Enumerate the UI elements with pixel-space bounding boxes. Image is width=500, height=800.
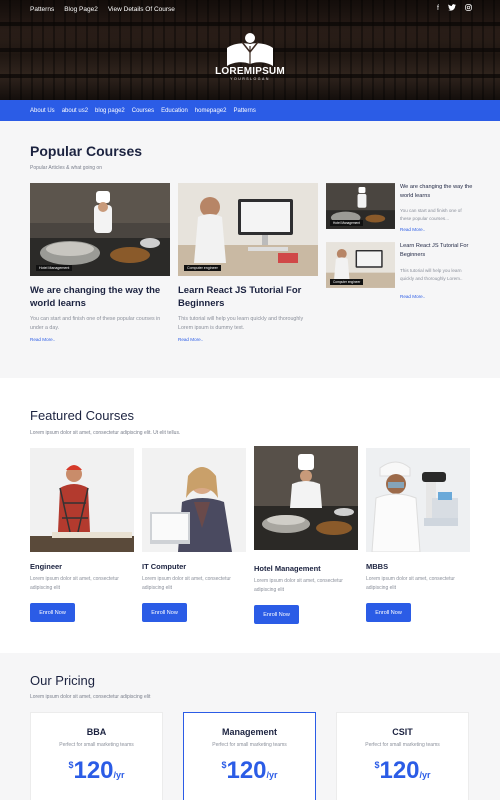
enroll-now-button[interactable]: Enroll Now xyxy=(254,605,299,624)
plan-subtitle: Perfect for small marketing teams xyxy=(365,742,440,748)
popular-card-text: You can start and finish one of these po… xyxy=(30,316,161,331)
site-logo[interactable]: LOREMIPSUM YOURSLOGAN xyxy=(190,32,310,81)
plan-price: $120/yr xyxy=(31,757,162,785)
course-name[interactable]: Engineer xyxy=(30,562,62,571)
top-link-blog-page2[interactable]: Blog Page2 xyxy=(64,6,98,13)
course-image-it-computer[interactable] xyxy=(142,448,246,552)
plan-period: /yr xyxy=(419,770,431,780)
side-card-badge: Computer engineer xyxy=(330,279,364,285)
nav-patterns[interactable]: Patterns xyxy=(233,108,255,114)
side-card-text: This tutorial will help you learn quickl… xyxy=(400,268,463,281)
popular-card-text: This tutorial will help you learn quickl… xyxy=(178,316,304,331)
plan-amount: 120 xyxy=(379,757,420,784)
popular-card-title[interactable]: Learn React JS Tutorial For Beginners xyxy=(178,284,318,310)
plan-period: /yr xyxy=(266,770,278,780)
pricing-section: Our Pricing Lorem ipsum dolor sit amet, … xyxy=(0,653,500,800)
course-name[interactable]: MBBS xyxy=(366,562,388,571)
side-card-image-hotel[interactable]: Hotel Management xyxy=(326,183,395,229)
read-more-link[interactable]: Read More.. xyxy=(400,294,425,299)
featured-courses-section: Featured Courses Lorem ipsum dolor sit a… xyxy=(0,378,500,653)
popular-card-title[interactable]: We are changing the way the world learns xyxy=(30,284,170,310)
plan-name: BBA xyxy=(86,727,107,737)
top-link-view-details[interactable]: View Details Of Course xyxy=(108,6,175,13)
main-nav: About Us about us2 blog page2 Courses Ed… xyxy=(0,100,500,121)
popular-card-image-hotel[interactable]: Hotel Management xyxy=(30,183,170,276)
instagram-icon[interactable] xyxy=(465,4,472,14)
read-more-link[interactable]: Read More.. xyxy=(178,337,203,342)
plan-currency: $ xyxy=(221,760,227,770)
course-text: Lorem ipsum dolor sit amet, consectetur … xyxy=(254,578,343,593)
course-name[interactable]: IT Computer xyxy=(142,562,186,571)
popular-card-badge: Hotel Management xyxy=(36,265,73,271)
course-image-engineer[interactable] xyxy=(30,448,134,552)
course-name[interactable]: Hotel Management xyxy=(254,564,321,573)
logo-tagline: YOURSLOGAN xyxy=(230,77,270,81)
section-subtitle-featured: Lorem ipsum dolor sit amet, consectetur … xyxy=(30,430,181,436)
nav-about-us2[interactable]: about us2 xyxy=(62,108,88,114)
nav-education[interactable]: Education xyxy=(161,108,188,114)
plan-price: $120/yr xyxy=(184,757,315,785)
pricing-card-management[interactable]: Management Perfect for small marketing t… xyxy=(183,712,316,800)
plan-subtitle: Perfect for small marketing teams xyxy=(212,742,287,748)
plan-price: $120/yr xyxy=(337,757,468,785)
nav-courses[interactable]: Courses xyxy=(132,108,154,114)
facebook-icon[interactable]: f xyxy=(437,4,439,14)
side-card-text: You can start and finish one of these po… xyxy=(400,208,462,221)
course-text: Lorem ipsum dolor sit amet, consectetur … xyxy=(142,576,231,591)
enroll-now-button[interactable]: Enroll Now xyxy=(30,603,75,622)
section-subtitle-popular: Popular Articles & what going on xyxy=(30,165,102,171)
top-bar: Patterns Blog Page2 View Details Of Cour… xyxy=(0,0,500,18)
pricing-card-csit[interactable]: CSIT Perfect for small marketing teams $… xyxy=(336,712,469,800)
section-title-pricing: Our Pricing xyxy=(30,673,96,688)
course-image-mbbs[interactable] xyxy=(366,448,470,552)
plan-currency: $ xyxy=(68,760,74,770)
side-card-title[interactable]: Learn React JS Tutorial For Beginners xyxy=(400,242,475,260)
section-subtitle-pricing: Lorem ipsum dolor sit amet, consectetur … xyxy=(30,694,151,700)
side-card-badge: Hotel Management xyxy=(330,220,363,226)
plan-name: Management xyxy=(221,727,277,737)
side-card-image-computer[interactable]: Computer engineer xyxy=(326,242,395,288)
enroll-now-button[interactable]: Enroll Now xyxy=(366,603,411,622)
top-link-patterns[interactable]: Patterns xyxy=(30,6,54,13)
nav-homepage2[interactable]: homepage2 xyxy=(195,108,227,114)
course-image-hotel[interactable] xyxy=(254,446,358,550)
section-title-popular: Popular Courses xyxy=(30,143,143,159)
nav-blog-page2[interactable]: blog page2 xyxy=(95,108,125,114)
pricing-card-bba[interactable]: BBA Perfect for small marketing teams $1… xyxy=(30,712,163,800)
plan-amount: 120 xyxy=(226,757,267,784)
twitter-icon[interactable] xyxy=(448,4,456,14)
plan-currency: $ xyxy=(374,760,380,770)
social-links: f xyxy=(437,4,472,14)
side-card-title[interactable]: We are changing the way the world learns xyxy=(400,183,475,201)
logo-name: LOREMIPSUM xyxy=(215,66,285,77)
plan-name: CSIT xyxy=(392,727,413,737)
plan-period: /yr xyxy=(113,770,125,780)
popular-card-image-computer[interactable]: Computer engineer xyxy=(178,183,318,276)
plan-subtitle: Perfect for small marketing teams xyxy=(59,742,134,748)
course-text: Lorem ipsum dolor sit amet, consectetur … xyxy=(366,576,455,591)
book-reader-icon xyxy=(227,33,273,66)
popular-courses-section: Popular Courses Popular Articles & what … xyxy=(0,121,500,378)
read-more-link[interactable]: Read More.. xyxy=(400,227,425,232)
read-more-link[interactable]: Read More.. xyxy=(30,337,55,342)
popular-card-badge: Computer engineer xyxy=(184,265,221,271)
course-text: Lorem ipsum dolor sit amet, consectetur … xyxy=(30,576,119,591)
nav-about-us[interactable]: About Us xyxy=(30,108,55,114)
enroll-now-button[interactable]: Enroll Now xyxy=(142,603,187,622)
section-title-featured: Featured Courses xyxy=(30,408,135,423)
plan-amount: 120 xyxy=(73,757,114,784)
